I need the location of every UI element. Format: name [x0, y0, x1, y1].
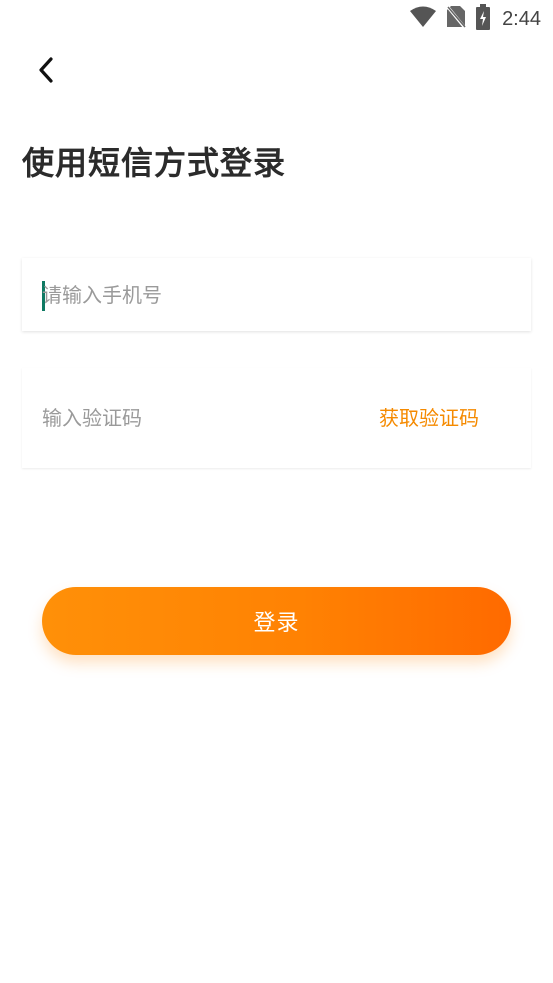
no-sim-icon [445, 5, 467, 33]
login-button[interactable]: 登录 [42, 587, 511, 655]
status-bar: 2:44 [0, 0, 553, 38]
battery-charging-icon [476, 4, 491, 34]
chevron-left-icon [39, 57, 53, 83]
code-field-card: 获取验证码 [22, 368, 531, 468]
get-code-button[interactable]: 获取验证码 [379, 402, 479, 431]
status-time: 2:44 [502, 7, 541, 30]
back-button[interactable] [30, 52, 62, 88]
verification-code-input[interactable] [42, 368, 342, 468]
phone-field-card [22, 258, 531, 331]
login-screen: 2:44 使用短信方式登录 获取验证码 登录 [0, 0, 553, 983]
phone-input[interactable] [42, 258, 342, 331]
page-title: 使用短信方式登录 [22, 144, 287, 182]
wifi-icon [410, 6, 437, 32]
status-icons: 2:44 [410, 4, 541, 34]
